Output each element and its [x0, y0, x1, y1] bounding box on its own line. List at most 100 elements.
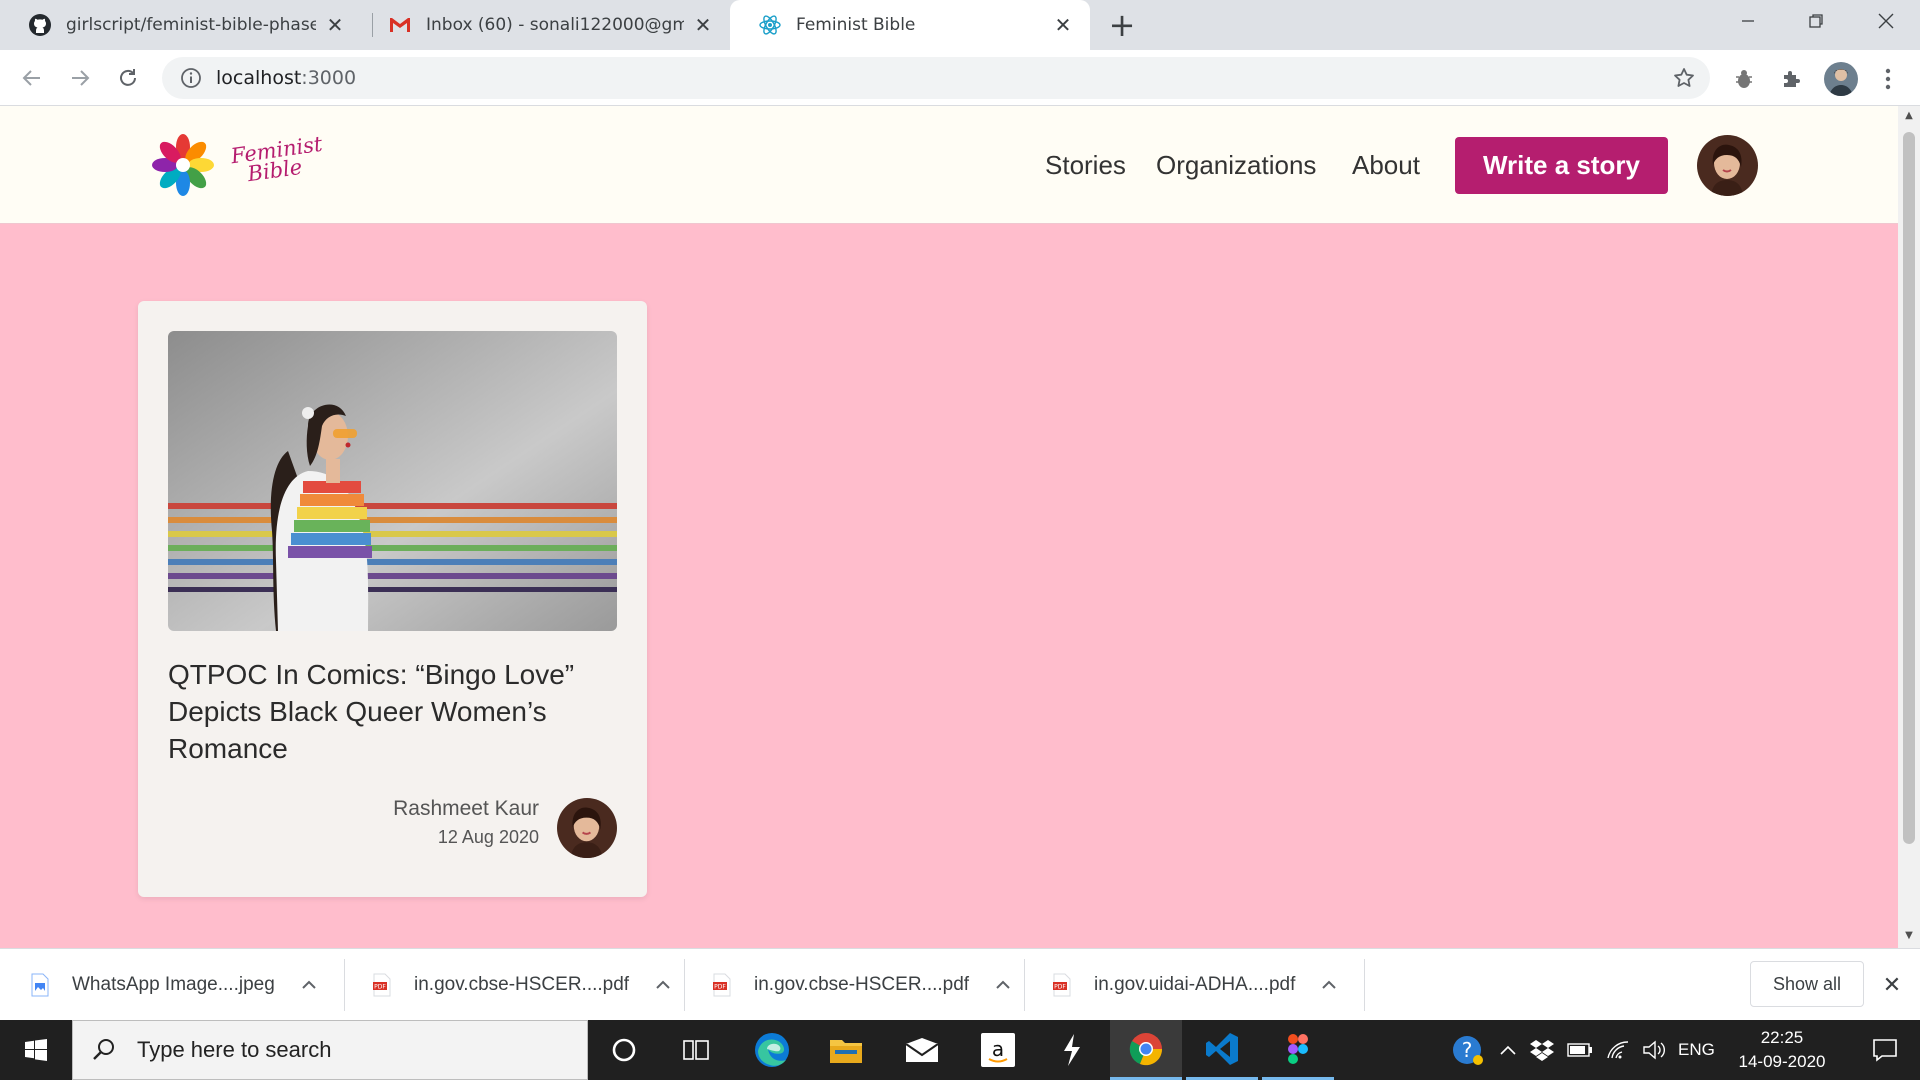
download-item[interactable]: PDF in.gov.cbse-HSCER....pdf: [372, 949, 673, 1021]
close-icon[interactable]: ✕: [1052, 13, 1074, 37]
new-tab-button[interactable]: +: [1105, 6, 1139, 44]
vscode-icon: [1206, 1032, 1238, 1065]
download-item[interactable]: PDF in.gov.uidai-ADHA....pdf: [1052, 949, 1339, 1021]
close-download-shelf-icon[interactable]: ✕: [1880, 973, 1904, 998]
extensions-puzzle-icon[interactable]: [1777, 65, 1805, 93]
url-text: localhost:3000: [216, 67, 356, 89]
page-scrollbar[interactable]: ▲ ▼: [1898, 106, 1920, 948]
story-author: Rashmeet Kaur: [393, 797, 539, 820]
nav-stories[interactable]: Stories: [1045, 150, 1126, 181]
tab-title: Feminist Bible: [796, 15, 916, 35]
mail-app[interactable]: [886, 1020, 958, 1080]
start-button[interactable]: [0, 1020, 72, 1080]
address-bar[interactable]: localhost:3000: [162, 57, 1710, 99]
show-hidden-icons-icon[interactable]: [1494, 1020, 1522, 1080]
profile-avatar[interactable]: [1824, 62, 1858, 96]
scroll-down-icon[interactable]: ▼: [1903, 930, 1915, 942]
scrollbar-thumb[interactable]: [1903, 132, 1915, 844]
folder-icon: [830, 1040, 862, 1063]
lightning-app[interactable]: [1036, 1020, 1108, 1080]
svg-text:PDF: PDF: [714, 984, 726, 991]
story-cover-illustration: [168, 331, 617, 631]
user-avatar[interactable]: [1697, 135, 1758, 196]
story-title[interactable]: QTPOC In Comics: “Bingo Love” Depicts Bl…: [168, 656, 617, 767]
svg-text:?: ?: [1462, 1038, 1473, 1062]
restore-button[interactable]: [1782, 0, 1850, 42]
svg-text:PDF: PDF: [1054, 984, 1066, 991]
restore-icon: [1809, 14, 1823, 28]
action-center-button[interactable]: [1850, 1020, 1920, 1080]
close-window-button[interactable]: [1852, 0, 1920, 42]
file-explorer-app[interactable]: [810, 1020, 882, 1080]
story-card[interactable]: QTPOC In Comics: “Bingo Love” Depicts Bl…: [138, 301, 647, 897]
download-divider: [1024, 959, 1025, 1011]
windows-logo-icon: [25, 1039, 47, 1061]
input-language-indicator[interactable]: ENG: [1678, 1020, 1715, 1080]
github-icon: [28, 13, 52, 37]
tab-feminist-bible[interactable]: Feminist Bible ✕: [730, 0, 1090, 50]
url-port: :3000: [301, 67, 357, 89]
back-button[interactable]: [14, 60, 50, 96]
nav-about[interactable]: About: [1352, 150, 1420, 181]
extension-bug-icon[interactable]: [1730, 65, 1758, 93]
forward-button[interactable]: [62, 60, 98, 96]
tab-github[interactable]: girlscript/feminist-bible-phase-2 ✕: [0, 0, 362, 50]
back-arrow-icon: [22, 70, 40, 86]
write-a-story-button[interactable]: Write a story: [1455, 137, 1668, 194]
chevron-up-icon[interactable]: [299, 975, 319, 995]
figma-icon: [1288, 1033, 1308, 1064]
dropbox-icon[interactable]: [1526, 1020, 1558, 1080]
scroll-up-icon[interactable]: ▲: [1903, 110, 1915, 122]
volume-icon[interactable]: [1638, 1020, 1670, 1080]
lightning-bolt-icon: [1064, 1034, 1080, 1066]
chrome-app[interactable]: [1110, 1020, 1182, 1080]
download-item[interactable]: PDF in.gov.cbse-HSCER....pdf: [712, 949, 1013, 1021]
taskbar-search-box[interactable]: Type here to search: [72, 1020, 588, 1080]
cortana-button[interactable]: [588, 1020, 660, 1080]
amazon-app[interactable]: a: [962, 1020, 1034, 1080]
battery-icon[interactable]: [1564, 1020, 1596, 1080]
reload-icon: [120, 69, 136, 86]
svg-text:a: a: [992, 1037, 1004, 1061]
download-item[interactable]: WhatsApp Image....jpeg: [30, 949, 319, 1021]
chrome-menu-icon[interactable]: [1874, 65, 1902, 93]
tab-title: Inbox (60) - sonali122000@gmail: [426, 15, 684, 35]
image-file-icon: [31, 973, 49, 997]
download-divider: [344, 959, 345, 1011]
show-all-downloads-button[interactable]: Show all: [1750, 961, 1864, 1007]
edge-browser-app[interactable]: [736, 1020, 808, 1080]
minimize-button[interactable]: [1714, 0, 1782, 42]
help-tray-icon[interactable]: ?: [1448, 1020, 1488, 1080]
cortana-circle-icon: [612, 1038, 636, 1062]
user-avatar-icon: [1697, 135, 1758, 196]
download-divider: [684, 959, 685, 1011]
clock-date: 14-09-2020: [1738, 1052, 1826, 1071]
tab-gmail[interactable]: Inbox (60) - sonali122000@gmail ✕: [360, 0, 730, 50]
author-avatar: [557, 798, 617, 858]
url-host: localhost: [216, 67, 302, 89]
react-icon: [758, 13, 782, 37]
vscode-app[interactable]: [1186, 1020, 1258, 1080]
chevron-up-icon[interactable]: [1319, 975, 1339, 995]
reload-button[interactable]: [110, 60, 146, 96]
nav-organizations[interactable]: Organizations: [1156, 150, 1316, 181]
story-cover-image[interactable]: [168, 331, 617, 631]
close-icon[interactable]: ✕: [324, 13, 346, 37]
figma-app[interactable]: [1262, 1020, 1334, 1080]
pdf-file-icon: PDF: [373, 973, 391, 997]
site-header: Feminist Bible Stories Organizations Abo…: [0, 106, 1898, 224]
hands-logo-icon: [152, 134, 214, 196]
download-filename: WhatsApp Image....jpeg: [72, 974, 275, 995]
download-filename: in.gov.cbse-HSCER....pdf: [414, 974, 630, 995]
system-clock[interactable]: 22:25 14-09-2020: [1722, 1026, 1842, 1074]
close-icon[interactable]: ✕: [692, 13, 714, 37]
browser-tab-strip: girlscript/feminist-bible-phase-2 ✕ Inbo…: [0, 0, 1920, 50]
task-view-button[interactable]: [660, 1020, 732, 1080]
forward-arrow-icon: [72, 70, 90, 86]
site-info-icon[interactable]: [180, 67, 202, 89]
wifi-icon[interactable]: [1602, 1020, 1634, 1080]
bookmark-star-icon[interactable]: [1672, 66, 1696, 90]
chevron-up-icon[interactable]: [653, 975, 673, 995]
browser-toolbar: localhost:3000: [0, 50, 1920, 106]
chevron-up-icon[interactable]: [993, 975, 1013, 995]
